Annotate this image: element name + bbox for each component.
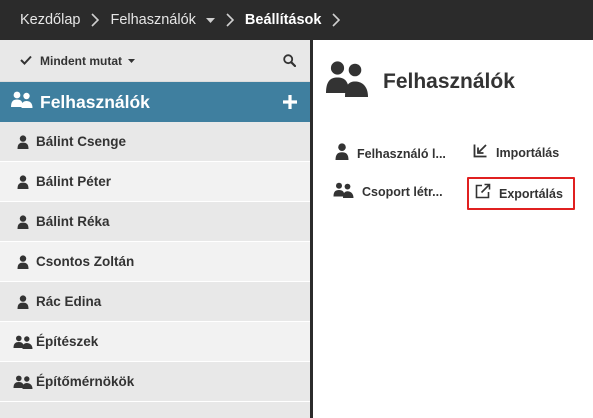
users-list-panel: Mindent mutat Felhasználók Bálint Csenge — [0, 40, 310, 418]
chevron-right-icon — [215, 0, 245, 40]
panel-title: Felhasználók — [383, 69, 515, 93]
import-action[interactable]: Importálás — [473, 138, 559, 168]
import-icon — [473, 143, 488, 163]
group-icon — [325, 60, 369, 103]
search-icon[interactable] — [283, 54, 296, 67]
export-label: Exportálás — [499, 186, 563, 201]
breadcrumb-home[interactable]: Kezdőlap — [20, 0, 80, 40]
add-user-button[interactable] — [282, 94, 298, 110]
list-item[interactable]: Rác Edina — [0, 282, 310, 322]
caret-down-icon — [205, 17, 215, 23]
user-icon — [12, 254, 34, 269]
panel-header: Felhasználók — [325, 60, 515, 103]
import-label: Importálás — [496, 146, 560, 160]
list-item-label: Építőmérnökök — [36, 374, 135, 389]
list-item[interactable]: Építészek — [0, 322, 310, 362]
list-header: Felhasználók — [0, 82, 310, 122]
user-icon — [12, 294, 34, 309]
list-item-label: Építészek — [36, 334, 99, 349]
create-user-label: Felhasználó l... — [357, 147, 446, 161]
list-header-title: Felhasználók — [40, 91, 150, 112]
filter-label: Mindent mutat — [40, 53, 122, 68]
user-icon — [12, 174, 34, 189]
user-icon — [12, 134, 34, 149]
list-item[interactable]: Csontos Zoltán — [0, 242, 310, 282]
list-item-label: Bálint Csenge — [36, 134, 127, 149]
group-icon — [12, 335, 34, 349]
list-item-label: Rác Edina — [36, 294, 102, 309]
group-icon — [333, 182, 354, 203]
user-icon — [335, 143, 349, 165]
breadcrumb-users-label: Felhasználók — [110, 12, 196, 28]
list-item-label: Bálint Réka — [36, 214, 110, 229]
create-user-action[interactable]: Felhasználó l... — [335, 139, 446, 169]
filter-bar: Mindent mutat — [0, 40, 310, 82]
breadcrumb: Kezdőlap Felhasználók Beállítások — [0, 0, 593, 40]
chevron-right-icon — [80, 0, 110, 40]
export-icon — [475, 183, 491, 204]
list-item-label: Csontos Zoltán — [36, 254, 135, 269]
caret-down-icon — [128, 58, 135, 63]
chevron-right-icon — [321, 0, 351, 40]
list-item[interactable]: Bálint Péter — [0, 162, 310, 202]
details-panel: Felhasználók Felhasználó l... Importálás… — [313, 40, 593, 418]
breadcrumb-settings: Beállítások — [244, 12, 322, 28]
list-item[interactable]: Bálint Réka — [0, 202, 310, 242]
list-item-label: Bálint Péter — [36, 174, 112, 189]
user-icon — [12, 214, 34, 229]
check-icon — [20, 52, 32, 70]
export-action[interactable]: Exportálás — [467, 177, 575, 210]
list-item[interactable]: Bálint Csenge — [0, 122, 310, 162]
group-icon — [12, 375, 34, 389]
list-item[interactable]: Építőmérnökök — [0, 362, 310, 402]
breadcrumb-users[interactable]: Felhasználók — [110, 0, 215, 40]
filter-dropdown[interactable]: Mindent mutat — [20, 52, 135, 70]
group-icon — [10, 90, 34, 115]
create-group-label: Csoport létr... — [362, 185, 443, 199]
create-group-action[interactable]: Csoport létr... — [333, 177, 443, 207]
